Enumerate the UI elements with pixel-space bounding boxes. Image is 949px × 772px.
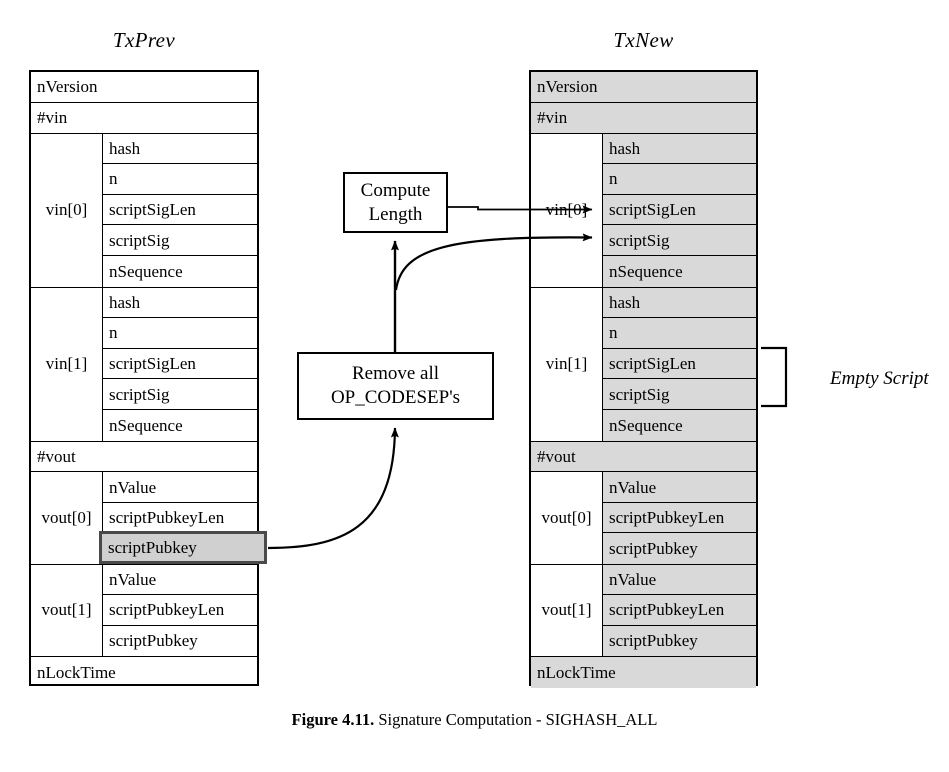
group-label: vin[0] bbox=[531, 133, 603, 287]
field-scriptpubkey: scriptPubkey bbox=[603, 625, 756, 657]
txnew-group-vout1: vout[1] nValue scriptPubkeyLen scriptPub… bbox=[531, 564, 756, 658]
group-label: vin[0] bbox=[31, 133, 103, 287]
field-nvalue: nValue bbox=[603, 564, 756, 596]
field-scriptpubkey: scriptPubkey bbox=[109, 631, 198, 651]
txnew-row-nlocktime: nLockTime bbox=[531, 657, 756, 688]
cell-label: #vout bbox=[37, 446, 76, 466]
field-scriptsig: scriptSig bbox=[103, 225, 257, 256]
cell-label: #vout bbox=[537, 446, 576, 466]
highlighted-scriptpubkey-cell[interactable]: scriptPubkey bbox=[99, 531, 267, 564]
remove-opcodesep-box[interactable]: Remove all OP_CODESEP's bbox=[297, 352, 494, 420]
field-scriptsiglen: scriptSigLen bbox=[103, 195, 257, 226]
cell-label: nVersion bbox=[537, 77, 598, 97]
empty-script-label: Empty Script bbox=[830, 368, 929, 389]
cell-label: #vin bbox=[37, 108, 68, 128]
field-hash: hash bbox=[103, 288, 257, 319]
group-fields: hash n scriptSigLen scriptSig nSequence bbox=[103, 288, 257, 441]
field-scriptpubkeylen: scriptPubkeyLen bbox=[603, 502, 756, 534]
field-hash: hash bbox=[603, 287, 756, 319]
field-scriptsiglen: scriptSigLen bbox=[103, 349, 257, 380]
group-label: vin[1] bbox=[531, 287, 603, 441]
txnew-title: TxNew bbox=[613, 28, 674, 52]
txnew-row-nversion: nVersion bbox=[531, 72, 756, 103]
group-fields: hash n scriptSigLen scriptSig nSequence bbox=[103, 134, 257, 287]
group-fields: nValue scriptPubkeyLen scriptPubkey bbox=[603, 472, 756, 564]
txprev-group-vin0: vin[0] hash n scriptSigLen scriptSig nSe… bbox=[31, 133, 257, 288]
field-n: n bbox=[103, 318, 257, 349]
cell-label: nVersion bbox=[37, 77, 98, 97]
field-nvalue: nValue bbox=[103, 472, 257, 503]
field-n: n bbox=[603, 318, 756, 349]
txprev-group-vout1: vout[1] nValue scriptPubkeyLen scriptPub… bbox=[31, 564, 257, 658]
group-fields: hash n scriptSigLen scriptSig nSequence bbox=[603, 133, 756, 287]
field-nvalue: nValue bbox=[103, 565, 257, 596]
txnew-row-nvout: #vout bbox=[531, 441, 756, 473]
compute-length-box[interactable]: Compute Length bbox=[343, 172, 448, 233]
group-label: vout[0] bbox=[31, 472, 103, 564]
field-scriptsig: scriptSig bbox=[603, 225, 756, 256]
field-n: n bbox=[103, 164, 257, 195]
field-scriptsig: scriptSig bbox=[103, 379, 257, 410]
remove-opcodesep-line2: OP_CODESEP's bbox=[330, 387, 461, 408]
txprev-row-nvin: #vin bbox=[31, 103, 257, 134]
compute-length-line1: Compute bbox=[360, 179, 431, 201]
group-label: vout[0] bbox=[531, 472, 603, 564]
txprev-title: TxPrev bbox=[112, 28, 176, 52]
compute-length-line2: Length bbox=[368, 203, 423, 225]
txprev-row-nvout: #vout bbox=[31, 442, 257, 473]
txnew-group-vin1: vin[1] hash n scriptSigLen scriptSig nSe… bbox=[531, 287, 756, 442]
remove-opcodesep-line1: Remove all bbox=[351, 363, 440, 385]
txnew-table: nVersion #vin vin[0] hash n scriptSigLen… bbox=[529, 70, 758, 688]
field-hash: hash bbox=[603, 133, 756, 165]
field-scriptpubkeylen: scriptPubkeyLen bbox=[603, 595, 756, 626]
figure-caption: Figure 4.11. Signature Computation - SIG… bbox=[0, 710, 949, 730]
arrow-scriptpubkey-to-remove bbox=[267, 427, 399, 550]
field-scriptpubkeylen: scriptPubkeyLen bbox=[103, 503, 257, 534]
group-label: vout[1] bbox=[31, 564, 103, 657]
group-label: vin[1] bbox=[31, 287, 103, 441]
group-fields: hash n scriptSigLen scriptSig nSequence bbox=[603, 287, 756, 441]
cell-label: nLockTime bbox=[37, 663, 116, 683]
figure-canvas: TxPrev TxNew nVersion #vin vin[0] hash n… bbox=[0, 0, 949, 772]
figure-number: Figure 4.11. bbox=[291, 710, 375, 729]
group-fields: nValue scriptPubkeyLen scriptPubkey bbox=[603, 564, 756, 657]
field-scriptsiglen: scriptSigLen bbox=[603, 348, 756, 380]
group-label: vout[1] bbox=[531, 564, 603, 657]
field-nsequence: nSequence bbox=[603, 409, 756, 441]
txprev-group-vin1: vin[1] hash n scriptSigLen scriptSig nSe… bbox=[31, 287, 257, 442]
field-scriptsig: scriptSig bbox=[603, 379, 756, 410]
group-fields: nValue scriptPubkeyLen scriptPubkey bbox=[103, 565, 257, 656]
txprev-table: nVersion #vin vin[0] hash n scriptSigLen… bbox=[29, 70, 259, 686]
field-scriptpubkeylen: scriptPubkeyLen bbox=[103, 595, 257, 626]
field-scriptsiglen: scriptSigLen bbox=[603, 194, 756, 226]
figure-caption-text: Signature Computation - SIGHASH_ALL bbox=[378, 710, 658, 729]
txprev-row-nversion: nVersion bbox=[31, 72, 257, 103]
txnew-row-nvin: #vin bbox=[531, 102, 756, 134]
field-nsequence: nSequence bbox=[109, 415, 183, 435]
txnew-group-vin0: vin[0] hash n scriptSigLen scriptSig nSe… bbox=[531, 133, 756, 288]
field-hash: hash bbox=[103, 134, 257, 165]
field-nvalue: nValue bbox=[603, 472, 756, 503]
txnew-group-vout0: vout[0] nValue scriptPubkeyLen scriptPub… bbox=[531, 472, 756, 565]
empty-script-bracket bbox=[761, 346, 788, 408]
field-scriptpubkey: scriptPubkey bbox=[603, 533, 756, 564]
cell-label: #vin bbox=[537, 108, 568, 128]
field-nsequence: nSequence bbox=[603, 255, 756, 287]
cell-label: nLockTime bbox=[537, 663, 616, 683]
txprev-row-nlocktime: nLockTime bbox=[31, 657, 257, 688]
field-n: n bbox=[603, 164, 756, 195]
field-nsequence: nSequence bbox=[109, 261, 183, 281]
